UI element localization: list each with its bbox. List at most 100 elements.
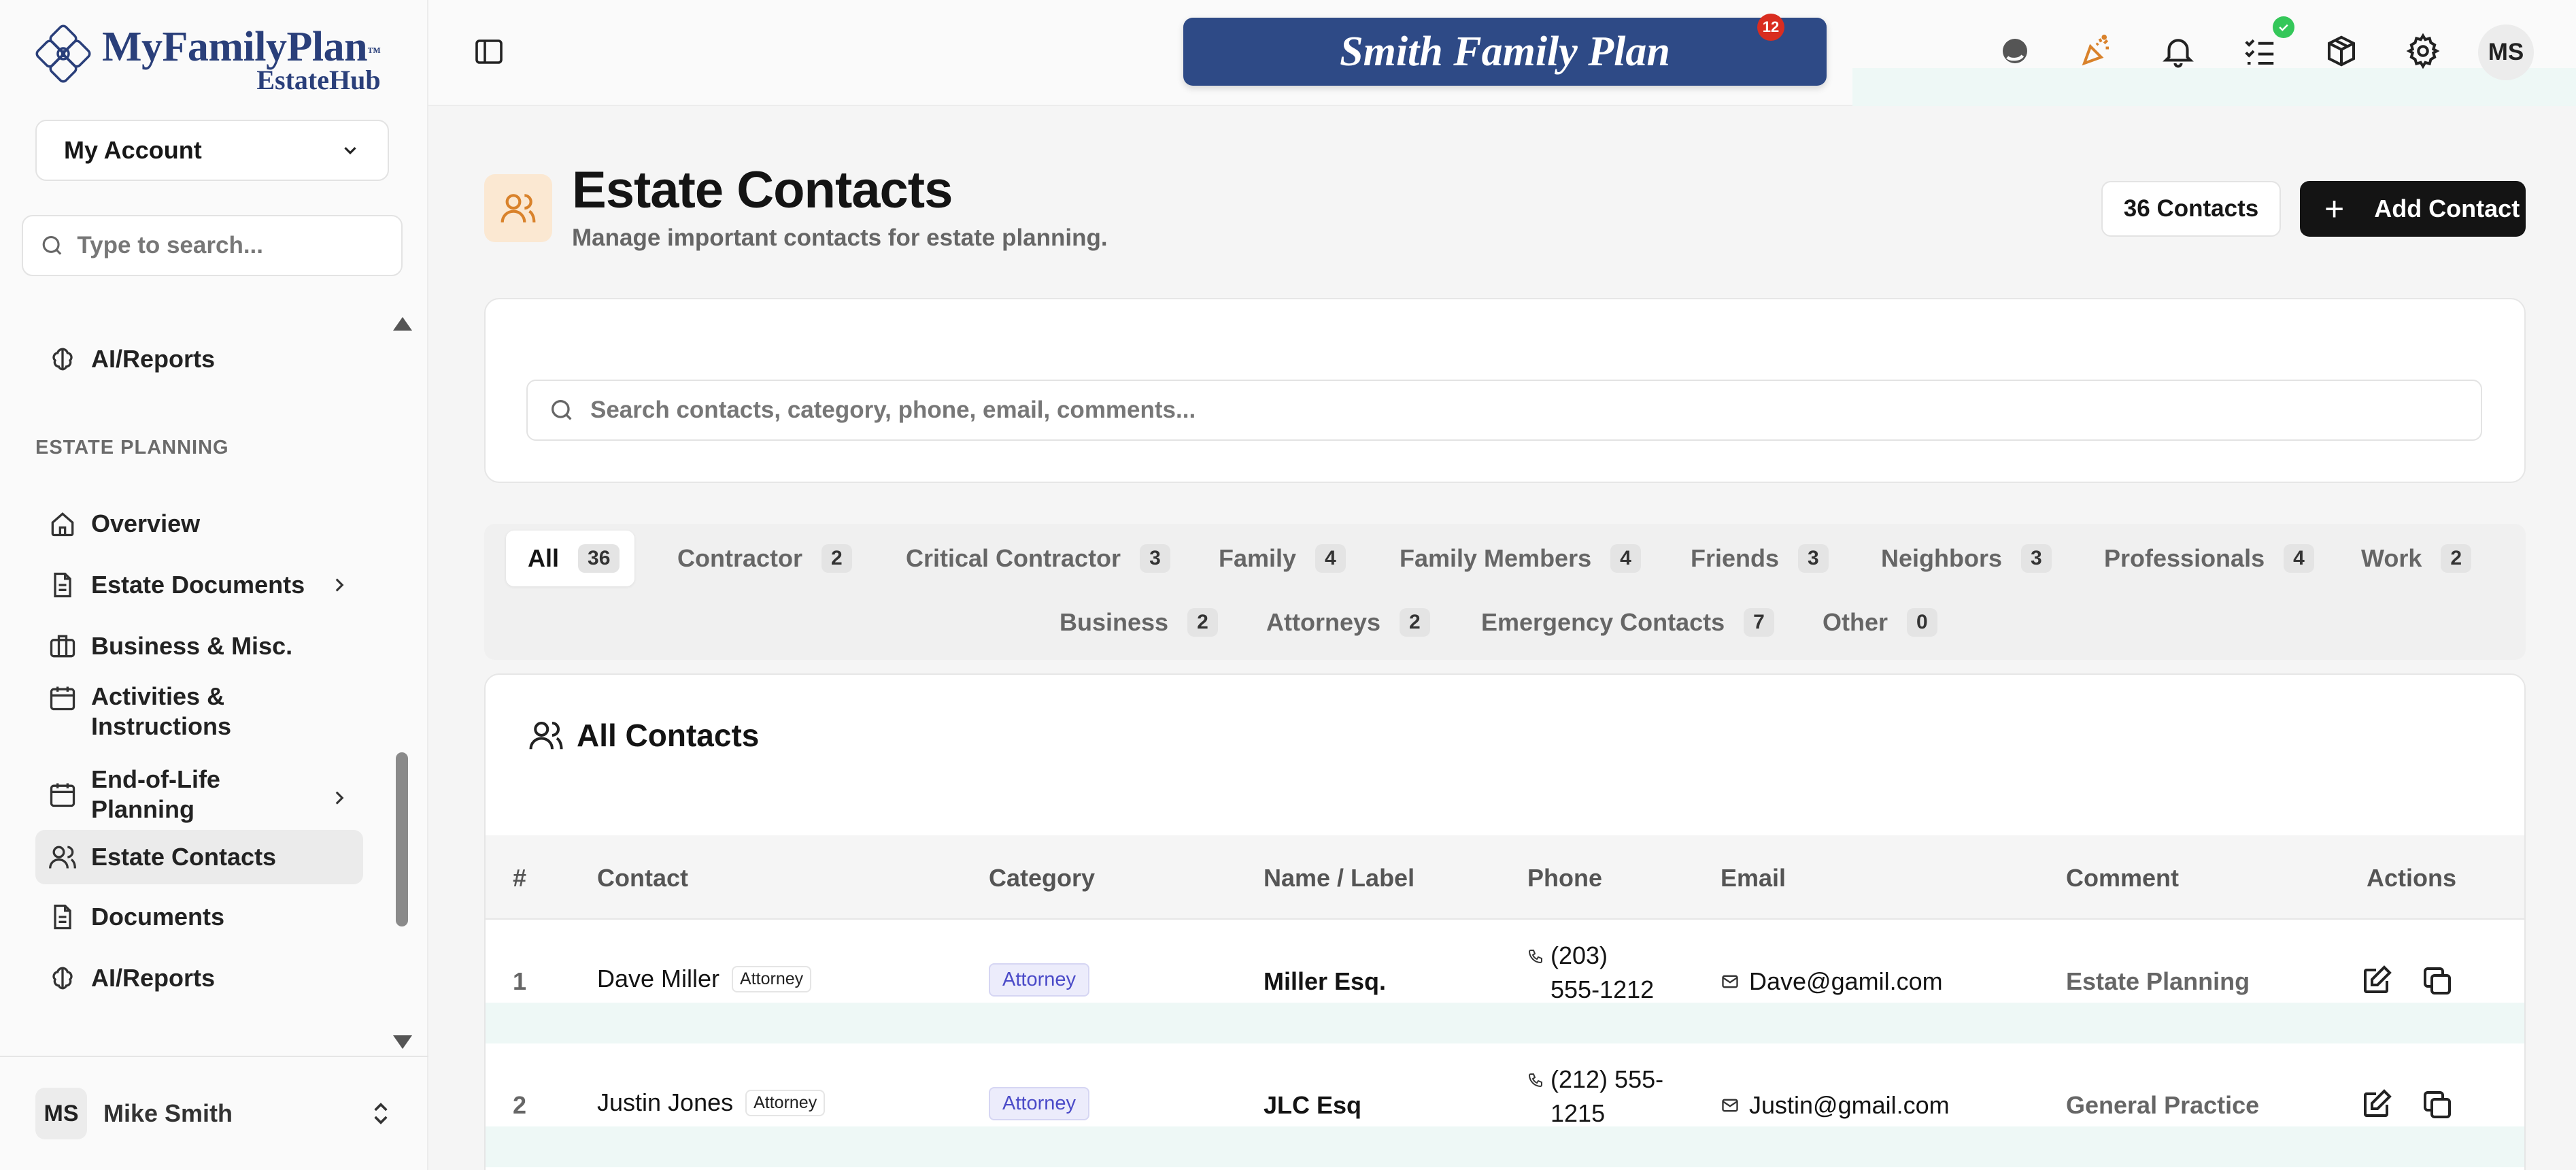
copy-icon[interactable] (2421, 965, 2454, 997)
table-row[interactable]: 2 Justin Jones Attorney Attorney JLC Esq… (486, 1043, 2524, 1167)
column-header[interactable]: Comment (2066, 864, 2179, 892)
sidebar-item-estate-contacts[interactable]: Estate Contacts (35, 830, 363, 884)
edit-icon[interactable] (2360, 1088, 2392, 1121)
phone-icon (1528, 950, 1542, 964)
column-header[interactable]: Category (989, 864, 1095, 892)
logo-mark-icon (35, 24, 91, 83)
sidebar-item-ai-reports[interactable]: AI/Reports (35, 952, 363, 1004)
gear-icon[interactable] (2405, 33, 2441, 69)
tab-other[interactable]: Other 0 (1823, 595, 1937, 650)
top-user-avatar[interactable]: MS (2478, 24, 2534, 80)
notification-count-badge: 12 (1757, 14, 1784, 41)
tab-count: 2 (1187, 608, 1218, 637)
sidebar-item-activities[interactable]: Activities & Instructions (35, 682, 363, 750)
sidebar-search-input[interactable] (77, 232, 385, 259)
table-title: All Contacts (528, 717, 759, 754)
tab-count: 3 (1140, 544, 1170, 573)
email-cell[interactable]: Dave@gamil.com (1721, 967, 1943, 996)
mail-icon (1722, 1099, 1738, 1112)
column-header[interactable]: Phone (1527, 864, 1602, 892)
tab-contractor[interactable]: Contractor 2 (677, 531, 852, 586)
sidebar-scrollbar[interactable] (389, 310, 416, 1052)
contact-name: Dave Miller Attorney (597, 965, 812, 993)
tab-work[interactable]: Work 2 (2361, 531, 2472, 586)
email-cell[interactable]: Justin@gmail.com (1721, 1091, 1950, 1120)
plan-title-banner[interactable]: Smith Family Plan (1183, 18, 1827, 86)
tab-friends[interactable]: Friends 3 (1691, 531, 1829, 586)
chat-icon[interactable] (1997, 33, 2033, 69)
contact-tag-badge: Attorney (745, 1089, 826, 1116)
tab-label: Emergency Contacts (1481, 608, 1725, 636)
column-header[interactable]: Name / Label (1264, 864, 1414, 892)
chevron-right-icon (335, 791, 344, 805)
scroll-up-arrow-icon[interactable] (393, 317, 412, 331)
chevron-down-icon (344, 147, 356, 154)
row-stripe (486, 1126, 2524, 1167)
phone-line-1: (203) (1550, 941, 1608, 969)
bell-icon[interactable] (2160, 33, 2197, 69)
contact-tag-badge: Attorney (732, 965, 812, 992)
logo-subtitle: EstateHub (256, 65, 381, 95)
name-label: Miller Esq. (1264, 967, 1387, 995)
scroll-down-arrow-icon[interactable] (393, 1035, 412, 1049)
tab-family-members[interactable]: Family Members 4 (1400, 531, 1641, 586)
copy-icon[interactable] (2421, 1088, 2454, 1121)
contacts-search[interactable] (526, 380, 2482, 441)
column-header[interactable]: Contact (597, 864, 688, 892)
row-number: 2 (513, 1091, 527, 1119)
party-popper-icon[interactable] (2078, 33, 2115, 69)
tab-business[interactable]: Business 2 (1060, 595, 1218, 650)
tab-neighbors[interactable]: Neighbors 3 (1881, 531, 2052, 586)
tab-family[interactable]: Family 4 (1219, 531, 1346, 586)
user-menu[interactable]: MS Mike Smith (0, 1056, 428, 1170)
brain-icon (52, 348, 73, 371)
sidebar-search[interactable] (22, 215, 403, 276)
phone-cell[interactable]: (212) 555- 1215 (1527, 1063, 1663, 1131)
app-logo[interactable]: MyFamilyPlan™ EstateHub (34, 24, 381, 94)
table-row[interactable]: 1 Dave Miller Attorney Attorney Miller E… (486, 920, 2524, 1043)
contacts-search-input[interactable] (590, 397, 2426, 424)
task-list-icon[interactable] (2241, 33, 2278, 69)
tab-count: 4 (1610, 544, 1641, 573)
scrollbar-thumb[interactable] (396, 752, 408, 926)
topbar-accent (1852, 68, 2576, 106)
sidebar-item-label: Activities & Instructions (91, 682, 232, 740)
add-contact-button[interactable]: + Add Contact (2300, 181, 2526, 237)
phone-icon (1528, 1073, 1542, 1088)
home-icon (51, 512, 74, 537)
tab-count: 3 (1798, 544, 1829, 573)
sidebar-item-estate-documents[interactable]: Estate Documents (35, 559, 363, 611)
package-icon[interactable] (2323, 33, 2360, 69)
search-icon (42, 235, 62, 255)
tab-all[interactable]: All 36 (506, 531, 635, 586)
sidebar-item-business-misc[interactable]: Business & Misc. (35, 620, 363, 672)
mail-icon (1722, 975, 1738, 988)
sidebar-item-overview[interactable]: Overview (35, 498, 363, 550)
edit-icon[interactable] (2360, 965, 2392, 997)
tab-count: 3 (2021, 544, 2052, 573)
sidebar-item-ai-reports-top[interactable]: AI/Reports (35, 337, 363, 381)
column-header[interactable]: Email (1721, 864, 1786, 892)
chevron-right-icon (335, 578, 344, 592)
tab-attorneys[interactable]: Attorneys 2 (1266, 595, 1430, 650)
sidebar-item-end-of-life[interactable]: End-of-Life Planning (35, 765, 363, 833)
phone-cell[interactable]: (203) 555-1212 (1527, 939, 1654, 1007)
phone-line-2: 1215 (1550, 1099, 1606, 1127)
sidebar-item-label: Documents (91, 903, 225, 931)
account-select-value: My Account (64, 136, 202, 164)
sidebar-item-label: Business & Misc. (91, 632, 293, 660)
tab-critical-contractor[interactable]: Critical Contractor 3 (906, 531, 1170, 586)
sidebar-toggle-icon[interactable] (473, 35, 505, 68)
plus-icon: + (2324, 190, 2345, 228)
tab-professionals[interactable]: Professionals 4 (2104, 531, 2314, 586)
user-avatar: MS (35, 1088, 87, 1139)
sidebar-item-label: Overview (91, 509, 201, 537)
email-text: Dave@gamil.com (1749, 967, 1943, 995)
tab-label: Contractor (677, 544, 803, 572)
table-header: # Contact Category Name / Label Phone Em… (486, 835, 2524, 920)
tab-label: Family (1219, 544, 1297, 572)
tab-count: 4 (1315, 544, 1346, 573)
account-select[interactable]: My Account (35, 120, 389, 181)
tab-emergency-contacts[interactable]: Emergency Contacts 7 (1481, 595, 1774, 650)
sidebar-item-documents[interactable]: Documents (35, 891, 363, 943)
